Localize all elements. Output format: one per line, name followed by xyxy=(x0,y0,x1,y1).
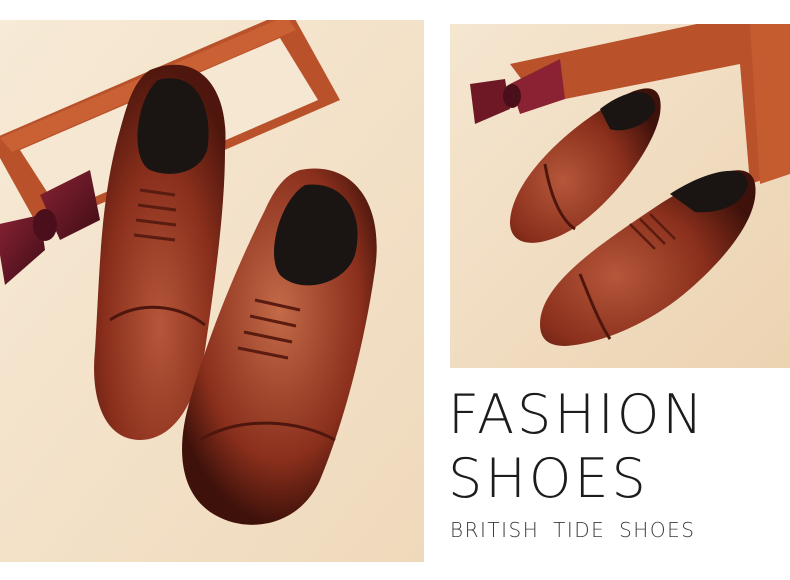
subtitle: BRITISH TIDE SHOES xyxy=(450,518,696,542)
headline-line-2: SHOES xyxy=(448,447,649,510)
headline-line-1: FASHION xyxy=(448,383,706,446)
product-photo-top-view xyxy=(0,20,424,562)
product-photo-angled-view xyxy=(450,24,790,368)
